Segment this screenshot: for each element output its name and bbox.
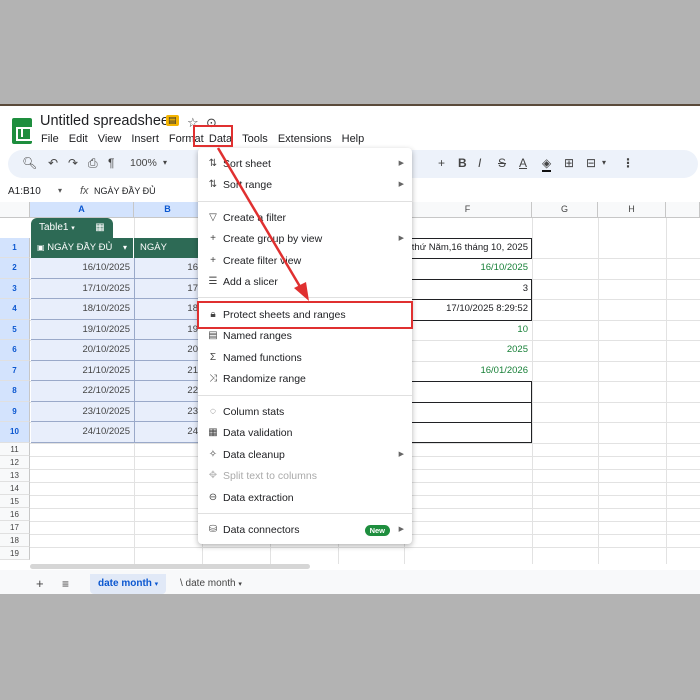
spreadsheet-window: Untitled spreadsheet ▤ ☆ ⊙ File Edit Vie… <box>0 104 700 594</box>
arrow-line <box>216 147 304 291</box>
arrow-head <box>294 282 309 301</box>
annotation-arrow <box>216 147 309 301</box>
